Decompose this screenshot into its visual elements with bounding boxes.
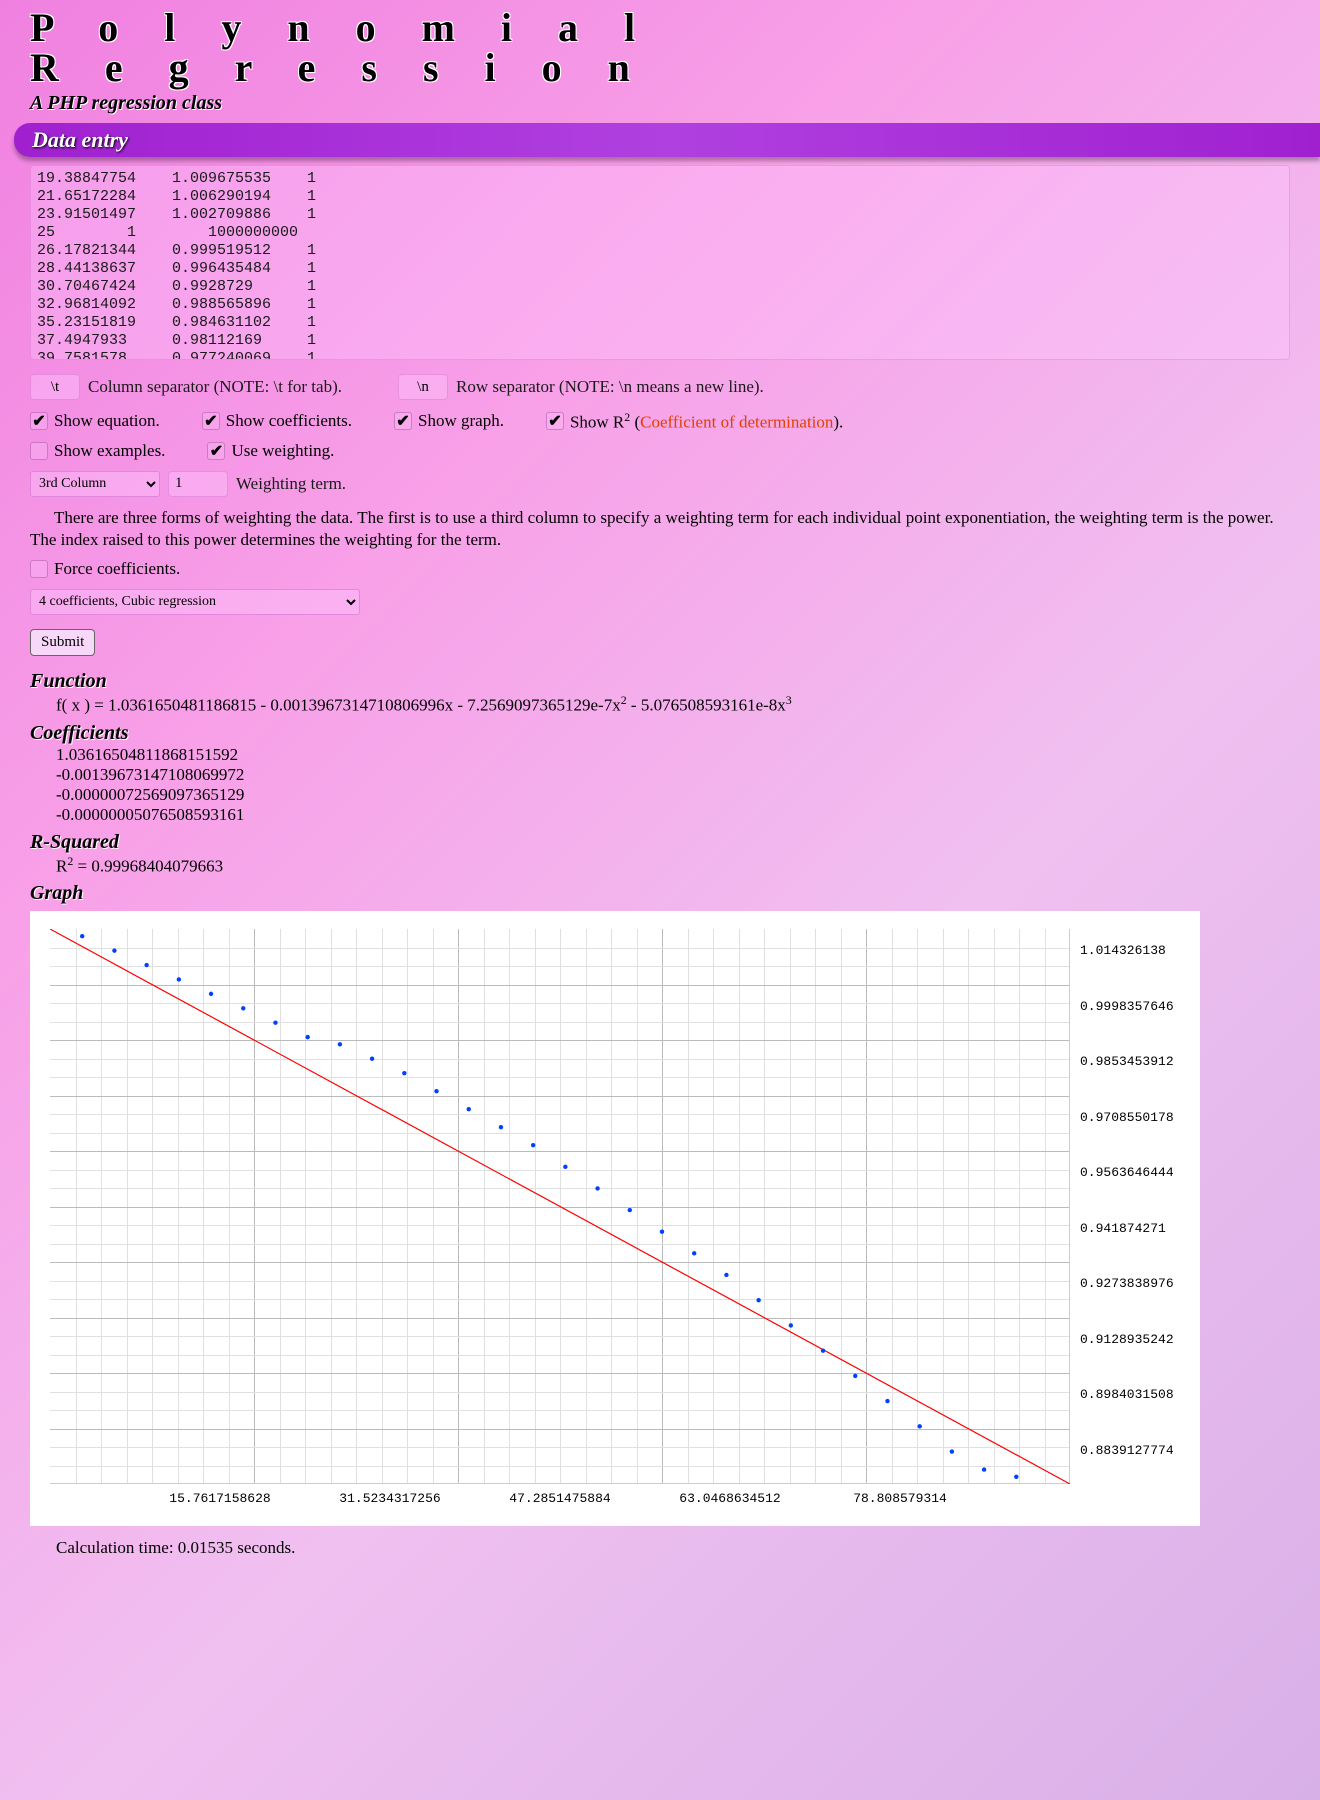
y-tick-label: 0.8984031508 <box>1080 1387 1174 1402</box>
coef-1: -0.00139673147108069972 <box>0 765 1320 785</box>
x-tick-label: 47.2851475884 <box>509 1491 610 1506</box>
title-line-2: R e g r e s s i o n <box>30 45 648 90</box>
row-separator-input[interactable] <box>398 374 448 400</box>
show-r2-checkbox[interactable] <box>546 412 564 430</box>
show-r2-label: Show R2 (Coefficient of determination). <box>570 410 843 433</box>
weight-term-label: Weighting term. <box>236 474 346 494</box>
show-graph-label: Show graph. <box>418 411 504 431</box>
show-equation-label: Show equation. <box>54 411 160 431</box>
y-tick-label: 0.8839127774 <box>1080 1443 1174 1458</box>
show-examples-label: Show examples. <box>54 441 165 461</box>
use-weighting-label: Use weighting. <box>231 441 334 461</box>
section-header: Data entry <box>14 123 1320 157</box>
submit-button[interactable]: Submit <box>30 629 95 656</box>
rsquared-value: R2 = 0.99968404079663 <box>0 854 1320 877</box>
weighting-description: There are three forms of weighting the d… <box>0 503 1300 555</box>
function-heading: Function <box>0 664 1320 693</box>
weight-term-input[interactable] <box>168 471 228 497</box>
data-textarea[interactable]: 19.38847754 1.009675535 1 21.65172284 1.… <box>30 165 1290 360</box>
y-tick-label: 0.941874271 <box>1080 1221 1166 1236</box>
force-coefficients-checkbox[interactable] <box>30 560 48 578</box>
coef-0: 1.03616504811868151592 <box>0 745 1320 765</box>
degree-select[interactable]: 4 coefficients, Cubic regression <box>30 589 360 615</box>
calculation-time: Calculation time: 0.01535 seconds. <box>0 1532 1320 1558</box>
x-tick-label: 78.808579314 <box>853 1491 947 1506</box>
col-separator-note: Column separator (NOTE: \t for tab). <box>88 377 342 397</box>
coef-2: -0.00000072569097365129 <box>0 785 1320 805</box>
weight-source-select[interactable]: 3rd Column <box>30 471 160 497</box>
page-title: P o l y n o m i a l R e g r e s s i o n <box>0 0 1320 88</box>
show-examples-checkbox[interactable] <box>30 442 48 460</box>
graph-heading: Graph <box>0 876 1320 905</box>
y-tick-label: 0.9128935242 <box>1080 1332 1174 1347</box>
coef-3: -0.00000005076508593161 <box>0 805 1320 825</box>
page-subtitle: A PHP regression class <box>0 88 1320 121</box>
force-coefficients-label: Force coefficients. <box>54 559 180 579</box>
x-tick-label: 31.5234317256 <box>339 1491 440 1506</box>
show-coefficients-checkbox[interactable] <box>202 412 220 430</box>
x-tick-label: 15.7617158628 <box>169 1491 270 1506</box>
y-tick-label: 0.9563646444 <box>1080 1165 1174 1180</box>
y-tick-label: 0.9273838976 <box>1080 1276 1174 1291</box>
y-tick-label: 0.9708550178 <box>1080 1110 1174 1125</box>
rsquared-heading: R-Squared <box>0 825 1320 854</box>
show-coefficients-label: Show coefficients. <box>226 411 352 431</box>
use-weighting-checkbox[interactable] <box>207 442 225 460</box>
show-equation-checkbox[interactable] <box>30 412 48 430</box>
function-text: f( x ) = 1.0361650481186815 - 0.00139673… <box>0 693 1320 716</box>
coefficients-heading: Coefficients <box>0 716 1320 745</box>
graph-canvas: 1.014326138 0.9998357646 0.9853453912 0.970… <box>30 911 1200 1526</box>
show-graph-checkbox[interactable] <box>394 412 412 430</box>
y-tick-label: 0.9853453912 <box>1080 1054 1174 1069</box>
row-separator-note: Row separator (NOTE: \n means a new line… <box>456 377 764 397</box>
x-tick-label: 63.0468634512 <box>679 1491 780 1506</box>
y-tick-label: 1.014326138 <box>1080 943 1166 958</box>
title-line-1: P o l y n o m i a l <box>30 5 653 50</box>
y-tick-label: 0.9998357646 <box>1080 999 1174 1014</box>
col-separator-input[interactable] <box>30 374 80 400</box>
coefficient-of-determination-link[interactable]: Coefficient of determination <box>640 413 833 432</box>
